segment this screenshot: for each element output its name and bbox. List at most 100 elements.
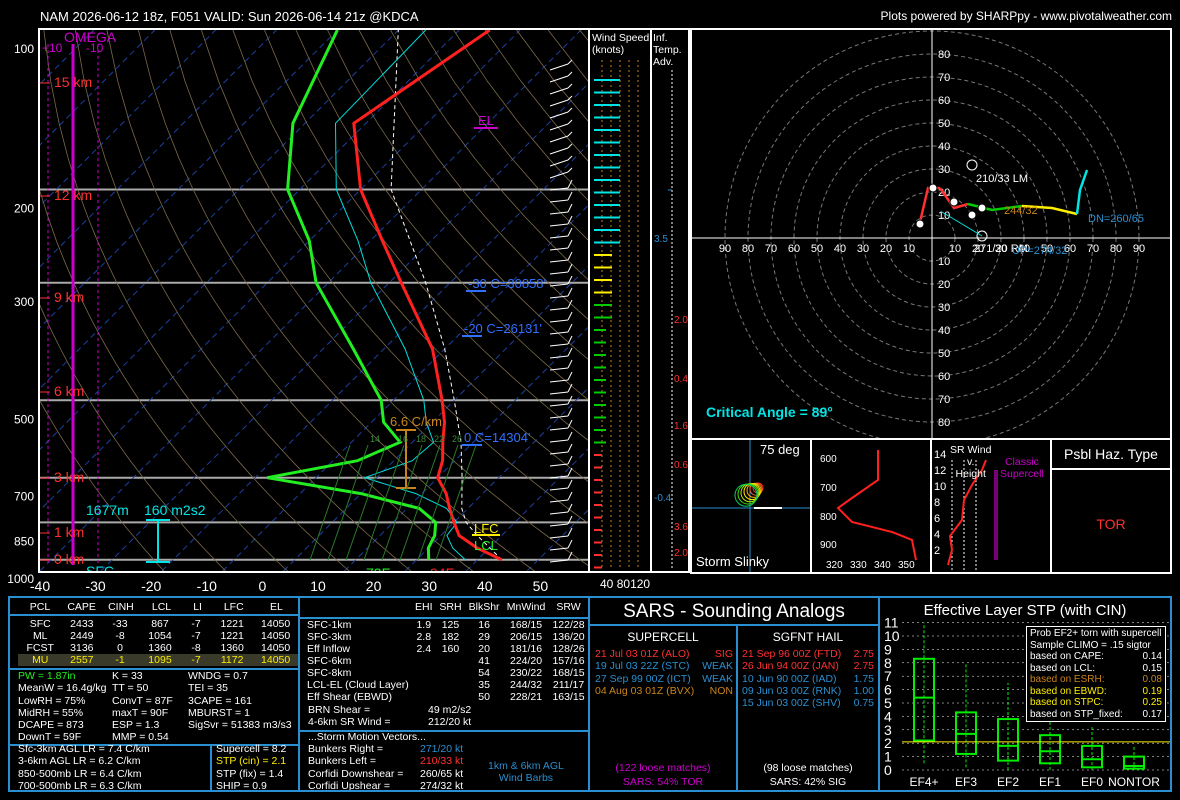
- hodo-ring-label: 50: [938, 118, 950, 130]
- mmp-value: MMP = 0.54: [112, 731, 169, 744]
- convt-value: ConvT = 87F: [112, 694, 173, 707]
- kin-row: SFC-1km 1.9 125 16 168/15 122/28: [300, 618, 588, 631]
- theta-y-tick: 900: [820, 540, 837, 551]
- hodo-axis-label: 80: [742, 243, 754, 255]
- kin-row: Eff Shear (EBWD) 50 228/21 163/15: [300, 691, 588, 703]
- parcel-header: LCL: [151, 601, 172, 613]
- pw-value: PW = 1.87in: [18, 670, 76, 682]
- sars-title: SARS - Sounding Analogs: [623, 601, 845, 622]
- kin-cell: [412, 667, 436, 679]
- parcel-header-row: PCL CAPE CINH LCL LI LFC EL: [18, 601, 298, 613]
- hodo-ring-label: 50: [938, 348, 950, 360]
- parcel-cell: -8: [191, 642, 201, 654]
- hodo-ring-label: 80: [938, 417, 950, 429]
- parcel-cell: 1221: [220, 618, 244, 630]
- kin-cell: [436, 691, 465, 703]
- kin-cell: 211/17: [552, 679, 585, 691]
- parcel-row: ML 2449 -8 1054 -7 1221 14050: [18, 630, 298, 642]
- parcel-cell: 1360: [220, 642, 244, 654]
- hodo-ring-label: 40: [938, 325, 950, 337]
- stp-prob-row: based on STP_fixed: 0.17: [1030, 708, 1162, 720]
- kin-cell: 1.9: [416, 619, 432, 631]
- credit-text: Plots powered by SHARPpy - www.pivotalwe…: [880, 9, 1172, 23]
- sars-supercell-row: 19 Jul 03 22Z (STC) WEAK: [595, 660, 733, 673]
- kin-header: SRW: [556, 601, 581, 613]
- parcel-cell: 14050: [261, 642, 291, 654]
- kin-cell: 29: [478, 631, 490, 643]
- wind-speed-title: Wind Speed (knots): [592, 32, 650, 56]
- kin-header: [300, 601, 412, 613]
- hodo-axis-label: 70: [1087, 243, 1099, 255]
- parcel-cell: 1172: [220, 654, 244, 666]
- lapse-rate: Sfc-3km AGL LR = 7.4 C/km: [18, 743, 150, 755]
- motion-row: Bunkers Left = 210/33 kt: [308, 755, 464, 768]
- parcel-cell: 1095: [148, 654, 172, 666]
- theta-x-tick: 340: [874, 560, 891, 571]
- stp-category: EF3: [955, 775, 977, 789]
- kin-cell: 122/28: [552, 619, 585, 631]
- temp-tick: 40: [477, 578, 493, 594]
- parcel-cell: -33: [112, 618, 128, 630]
- temp-tick: -20: [141, 578, 161, 594]
- stp-prob-row: based on CAPE: 0.14: [1030, 651, 1162, 662]
- srwind-panel: 14 12 10 8 6 4 2 SR Wind v. Height Classic Superc…: [930, 438, 1052, 574]
- sars-hail-matches: (98 loose matches): [763, 762, 853, 774]
- hodo-ring-label: 20: [938, 279, 950, 291]
- hodograph-plot: 8080707060605050404030302020101090 80 70 60…: [692, 30, 1170, 438]
- stp-category: EF2: [997, 775, 1019, 789]
- dn-label: DN=260/65: [1088, 213, 1144, 225]
- kin-header: BlkShr: [468, 601, 500, 613]
- sars-hail-title: SGFNT HAIL: [772, 630, 844, 644]
- composites: Supercell = 8.2 STP (cin) = 2.1 STP (fix…: [216, 743, 287, 790]
- stp-cin: STP (cin) = 2.1: [216, 755, 287, 768]
- hodo-ring-label: 60: [938, 95, 950, 107]
- kin-cell: 206/15: [510, 631, 543, 643]
- kin-cell: 54: [478, 667, 490, 679]
- parcel-cell: 1360: [148, 642, 172, 654]
- pressure-tick: 700: [14, 490, 34, 504]
- kin-cell: SFC-8km: [307, 667, 352, 679]
- pressure-tick: 500: [14, 412, 34, 426]
- hodo-axis-label: 70: [765, 243, 777, 255]
- parcel-header: CINH: [108, 601, 134, 613]
- lapse-rates: Sfc-3km AGL LR = 7.4 C/km 3-6km AGL LR =…: [18, 743, 150, 790]
- hodo-axis-label: 50: [811, 243, 823, 255]
- pressure-tick: 850: [14, 534, 34, 548]
- parcel-cell: 1054: [148, 630, 172, 642]
- hodo-axis-label: 20: [880, 243, 892, 255]
- sars-hail-row: 26 Jun 94 00Z (JAN) 2.75: [742, 660, 874, 673]
- hodo-axis-label: 10: [903, 243, 915, 255]
- srw-y-tick: 4: [934, 529, 940, 541]
- kin-header: EHI: [415, 601, 433, 613]
- stp-prob-title: Prob EF2+ torn with supercell: [1030, 628, 1162, 639]
- barbs-label: 1km & 6km AGL Wind Barbs: [488, 760, 564, 785]
- stp-prob-row: based on ESRH: 0.08: [1030, 674, 1162, 685]
- sr-wind-value: 212/20 kt: [428, 716, 472, 728]
- srw-y-tick: 12: [934, 465, 946, 477]
- kin-cell: SFC-6km: [307, 655, 352, 667]
- kin-cell: LCL-EL (Cloud Layer): [307, 679, 409, 691]
- parcel-cell: MU: [32, 654, 49, 666]
- indices-left: PW = 1.87in MeanW = 16.4g/kg LowRH = 75%…: [18, 670, 106, 744]
- sars-panel: SARS - Sounding Analogs SUPERCELL SGFNT …: [588, 596, 880, 792]
- mean-wind-label: 244/32: [1004, 205, 1038, 217]
- kin-cell: 182: [441, 631, 460, 643]
- kinematics-panel: EHI SRH BlkShr MnWind SRW SFC-1km 1.9 125 16 168/…: [298, 596, 590, 792]
- theta-e-panel: 600 700 800 900 320 330 340 350: [810, 438, 932, 574]
- sars-supercell-row: 27 Sep 99 00Z (ICT) WEAK: [595, 672, 733, 685]
- parcel-header: LI: [193, 601, 202, 613]
- stp-y-tick: 11: [884, 615, 899, 631]
- theta-x-tick: 330: [850, 560, 867, 571]
- hodo-axis-label: 40: [834, 243, 846, 255]
- srw-y-tick: 14: [934, 449, 946, 461]
- 3cape-value: 3CAPE = 161: [188, 694, 252, 707]
- motion-list: Bunkers Right = 271/20 kt Bunkers Left = 21…: [308, 743, 464, 790]
- indices-mid: K = 33 TT = 50 ConvT = 87F maxT = 90F ES…: [112, 670, 173, 744]
- kin-cell: Eff Inflow: [307, 643, 350, 655]
- kin-cell: 224/20: [510, 655, 543, 667]
- srw-y-tick: 6: [934, 513, 940, 525]
- kin-row: LCL-EL (Cloud Layer) 35 244/32 211/17: [300, 679, 588, 691]
- tt-index: TT = 50: [112, 682, 149, 695]
- hodo-ring-label: 40: [938, 141, 950, 153]
- sars-hail-row: 09 Jun 03 00Z (RNK) 1.00: [742, 684, 874, 697]
